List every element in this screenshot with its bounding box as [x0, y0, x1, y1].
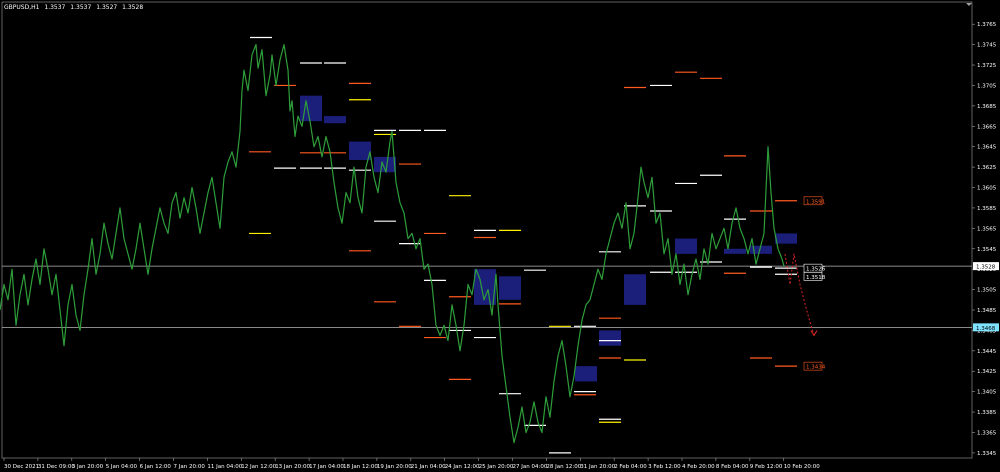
- zone-box: [675, 238, 697, 254]
- y-axis-label: 1.3745: [977, 43, 997, 49]
- y-axis-label: 1.3345: [977, 451, 997, 457]
- x-axis-label: 31 Jan 20:00: [580, 464, 615, 470]
- axis-price-marker-label: 1.3528: [976, 265, 996, 271]
- axis-price-marker-label: 1.3468: [976, 326, 996, 332]
- y-axis-label: 1.3385: [977, 410, 997, 416]
- price-series-line: [0, 43, 785, 444]
- price-chart[interactable]: 1.3591 1.3526 1.3518 1.3434 1.3765 1.3745 1.37…: [0, 0, 1000, 472]
- y-axis-label: 1.3585: [977, 206, 997, 212]
- high-value: 1.3537: [70, 4, 92, 11]
- x-axis-label: 17 Jan 04:00: [309, 464, 344, 470]
- x-axis-label: 9 Feb 12:00: [750, 464, 783, 470]
- zone-box: [349, 141, 371, 160]
- y-axis-label: 1.3605: [977, 186, 997, 192]
- y-axis-label: 1.3625: [977, 165, 997, 171]
- y-axis-label: 1.3645: [977, 145, 997, 151]
- price-label: 1.3518: [806, 275, 826, 281]
- y-axis-label: 1.3485: [977, 308, 997, 314]
- x-axis-label: 6 Jan 12:00: [140, 464, 172, 470]
- x-axis-label: 30 Dec 2021: [4, 464, 39, 470]
- y-axis-label: 1.3565: [977, 226, 997, 232]
- x-axis-label: 4 Feb 20:00: [682, 464, 715, 470]
- x-axis-label: 2 Feb 04:00: [614, 464, 647, 470]
- y-axis-label: 1.3665: [977, 124, 997, 130]
- x-axis-label: 7 Jan 20:00: [174, 464, 206, 470]
- zone-box: [775, 233, 797, 244]
- x-axis-label: 25 Jan 20:00: [479, 464, 514, 470]
- x-axis-label: 11 Jan 04:00: [207, 464, 242, 470]
- x-axis-label: 18 Jan 12:00: [343, 464, 378, 470]
- x-axis-label: 3 Jan 20:00: [72, 464, 104, 470]
- x-axis-label: 19 Jan 20:00: [377, 464, 412, 470]
- zone-box: [324, 116, 346, 124]
- x-axis-label: 21 Jan 04:00: [411, 464, 446, 470]
- zone-box: [624, 274, 646, 305]
- x-axis-label: 13 Jan 20:00: [275, 464, 310, 470]
- chart-window[interactable]: GBPUSD,H1 1.3537 1.3537 1.3527 1.3528 1.…: [0, 0, 1000, 472]
- x-axis-label: 3 Feb 12:00: [648, 464, 681, 470]
- zone-box: [599, 330, 621, 346]
- y-axis-label: 1.3445: [977, 349, 997, 355]
- y-axis-label: 1.3405: [977, 390, 997, 396]
- x-axis-label: 12 Jan 12:00: [241, 464, 276, 470]
- y-axis-label: 1.3705: [977, 83, 997, 89]
- x-axis-label: 31 Dec 09:00: [38, 464, 75, 470]
- forecast-arrow-icon: [810, 330, 818, 337]
- chart-shift-icon: [966, 3, 972, 6]
- y-axis-label: 1.3765: [977, 22, 997, 28]
- chart-header: GBPUSD,H1 1.3537 1.3537 1.3527 1.3528: [4, 4, 146, 11]
- y-axis-label: 1.3505: [977, 288, 997, 294]
- y-axis-label: 1.3365: [977, 430, 997, 436]
- zone-box: [474, 269, 496, 305]
- y-axis-label: 1.3685: [977, 104, 997, 110]
- x-axis-label: 8 Feb 04:00: [716, 464, 749, 470]
- symbol-label: GBPUSD,H1: [4, 4, 40, 11]
- y-axis-label: 1.3545: [977, 247, 997, 253]
- x-axis-label: 27 Jan 04:00: [513, 464, 548, 470]
- y-axis-label: 1.3425: [977, 369, 997, 375]
- y-axis-label: 1.3725: [977, 63, 997, 69]
- price-label: 1.3526: [806, 267, 826, 273]
- close-value: 1.3528: [122, 4, 144, 11]
- x-axis-label: 28 Jan 12:00: [546, 464, 581, 470]
- x-axis-label: 10 Feb 20:00: [784, 464, 821, 470]
- zone-box: [575, 366, 597, 382]
- low-value: 1.3527: [96, 4, 118, 11]
- zone-box: [724, 248, 746, 254]
- price-label: 1.3434: [806, 365, 826, 371]
- price-label: 1.3591: [806, 199, 825, 205]
- open-value: 1.3537: [44, 4, 66, 11]
- zone-box: [499, 276, 521, 300]
- x-axis-label: 5 Jan 04:00: [106, 464, 138, 470]
- x-axis-label: 24 Jan 12:00: [445, 464, 480, 470]
